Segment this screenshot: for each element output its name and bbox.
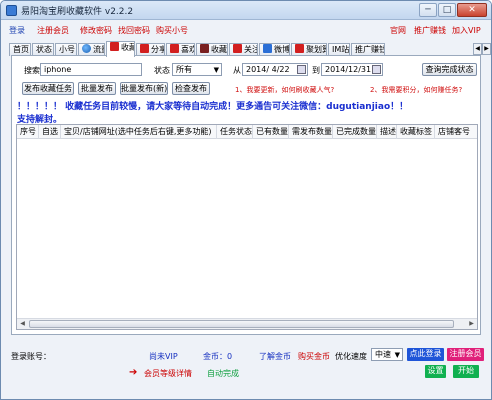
check-publish-button[interactable]: 检查发布 [172, 82, 210, 95]
menu-login[interactable]: 登录 [9, 25, 25, 36]
book-icon [200, 44, 209, 53]
status-label: 状态 [154, 66, 170, 75]
tab-label: 喜欢 [181, 45, 194, 54]
tab-label: 分享 [151, 45, 164, 54]
chevron-down-icon: ▼ [213, 66, 219, 74]
tab-strip: 首页 状态 小号 流量 收藏 分享 喜欢 收藏 关注 微博 聚划算 IM站 推广… [9, 41, 491, 57]
scrollbar-thumb[interactable] [29, 320, 454, 328]
app-window: 易阳淘宝刷收藏软件 v2.2.2 ─ □ ✕ 登录 注册会员 修改密码 找回密码… [0, 0, 492, 400]
status-value: 所有 [176, 65, 192, 74]
menu-recover-password[interactable]: 找回密码 [118, 25, 150, 36]
query-status-button[interactable]: 查询完成状态 [422, 63, 477, 76]
taobao-icon [170, 44, 179, 53]
publish-task-button[interactable]: 发布收藏任务 [22, 82, 74, 95]
batch-publish-new-button[interactable]: 批量发布(新) [120, 82, 168, 95]
to-date-picker[interactable]: 2014/12/31 [321, 63, 383, 76]
column-header[interactable]: 已有数量 [253, 125, 289, 139]
tab-label: 收藏 [211, 45, 227, 54]
tip-link-2[interactable]: 2、我需要积分，如何赚任务? [370, 85, 462, 95]
column-header[interactable]: 店铺客号 [435, 125, 477, 139]
from-date-picker[interactable]: 2014/ 4/22 [242, 63, 308, 76]
taobao-icon [140, 44, 149, 53]
taobao-icon [110, 42, 119, 51]
minimize-button[interactable]: ─ [419, 3, 437, 17]
arrow-right-icon: ➔ [129, 367, 138, 378]
buy-gold-link[interactable]: 购买金币 [298, 351, 330, 362]
scroll-left-icon[interactable]: ◀ [17, 319, 28, 329]
member-level-link[interactable]: 会员等级详情 [144, 368, 192, 379]
maximize-button[interactable]: □ [438, 3, 456, 17]
register-button[interactable]: 注册会员 [447, 348, 484, 361]
column-header[interactable]: 描述 [377, 125, 397, 139]
menu-official-site[interactable]: 官网 [390, 25, 406, 36]
tab-label: 流量 [93, 45, 104, 54]
keyword-input[interactable]: iphone [40, 63, 142, 76]
login-button[interactable]: 点此登录 [407, 348, 444, 361]
start-button[interactable]: 开始 [453, 365, 479, 378]
from-date-value: 2014/ 4/22 [246, 65, 290, 74]
column-header[interactable]: 任务状态 [217, 125, 253, 139]
column-header[interactable]: 已完成数量 [333, 125, 377, 139]
menu-promote[interactable]: 推广赚钱 [414, 25, 446, 36]
from-label: 从 [233, 66, 241, 75]
learn-gold-link[interactable]: 了解金币 [259, 351, 291, 362]
speed-label: 优化速度 [335, 352, 367, 361]
juhuasuan-icon [295, 44, 304, 53]
tab-label: 推广赚钱 [355, 45, 385, 54]
menu-join-vip[interactable]: 加入VIP [452, 25, 481, 36]
settings-button[interactable]: 设置 [425, 365, 446, 378]
auto-complete-label: 自动完成 [207, 369, 239, 378]
chevron-down-icon: ▼ [394, 351, 400, 359]
to-date-value: 2014/12/31 [325, 65, 372, 74]
keyword-label: 搜索 [24, 66, 40, 75]
title-bar: 易阳淘宝刷收藏软件 v2.2.2 ─ □ ✕ [1, 1, 491, 20]
tab-label: 状态 [36, 45, 52, 54]
t-icon [233, 44, 242, 53]
tab-label: 首页 [13, 45, 29, 54]
window-title: 易阳淘宝刷收藏软件 v2.2.2 [21, 7, 134, 17]
tab-label: 关注 [244, 45, 257, 54]
tab-scroll-right-button[interactable]: ▶ [482, 43, 491, 55]
tab-label: 收藏 [121, 43, 134, 52]
tab-label: 聚划算 [306, 45, 326, 54]
to-label: 到 [312, 66, 320, 75]
calendar-icon [372, 65, 381, 74]
tab-label: 微博 [274, 45, 290, 54]
tip-link-1[interactable]: 1、我要更新，如何刷收藏人气? [235, 85, 334, 95]
status-select[interactable]: 所有 ▼ [172, 63, 222, 76]
menu-change-password[interactable]: 修改密码 [80, 25, 112, 36]
weibo-icon [263, 44, 272, 53]
speed-select[interactable]: 中速 ▼ [371, 348, 403, 361]
account-label: 登录账号： [11, 352, 51, 361]
gold-balance: 金币：0 [203, 352, 233, 361]
tab-label: IM站 [332, 45, 350, 54]
tab-favorites[interactable]: 收藏 [106, 41, 135, 57]
menu-bar: 登录 注册会员 修改密码 找回密码 购买小号 官网 推广赚钱 加入VIP [1, 21, 491, 38]
notice-line-1: ！！！！！ 收藏任务目前较慢，请大家等待自动完成！更多通告可关注微信：dugut… [17, 102, 409, 112]
vip-status: 尚未VIP [149, 352, 178, 361]
batch-publish-button[interactable]: 批量发布 [78, 82, 116, 95]
column-header[interactable]: 需发布数量 [289, 125, 333, 139]
column-header[interactable]: 自选 [39, 125, 61, 139]
column-header[interactable]: 序号 [17, 125, 39, 139]
column-header[interactable]: 宝贝/店铺网址(选中任务后右键,更多功能) [61, 125, 217, 139]
calendar-icon [297, 65, 306, 74]
menu-register[interactable]: 注册会员 [37, 25, 69, 36]
scroll-right-icon[interactable]: ▶ [466, 319, 477, 329]
status-area: 登录账号： 尚未VIP 金币：0 了解金币 购买金币 优化速度 中速 ▼ 点此登… [1, 337, 491, 399]
horizontal-scrollbar[interactable]: ◀ ▶ [17, 318, 477, 329]
task-table[interactable]: 序号 自选 宝贝/店铺网址(选中任务后右键,更多功能) 任务状态 已有数量 需发… [16, 124, 478, 330]
menu-buy-accounts[interactable]: 购买小号 [156, 25, 188, 36]
globe-icon [82, 44, 91, 53]
column-header[interactable]: 收藏标签 [397, 125, 435, 139]
favorites-panel: 搜索 iphone 状态 所有 ▼ 从 2014/ 4/22 到 2014/12… [11, 55, 481, 335]
app-icon [6, 5, 17, 16]
tab-scroll-left-button[interactable]: ◀ [473, 43, 482, 55]
close-button[interactable]: ✕ [457, 3, 487, 17]
tab-label: 小号 [59, 45, 75, 54]
table-header: 序号 自选 宝贝/店铺网址(选中任务后右键,更多功能) 任务状态 已有数量 需发… [17, 125, 477, 139]
speed-value: 中速 [375, 350, 391, 359]
